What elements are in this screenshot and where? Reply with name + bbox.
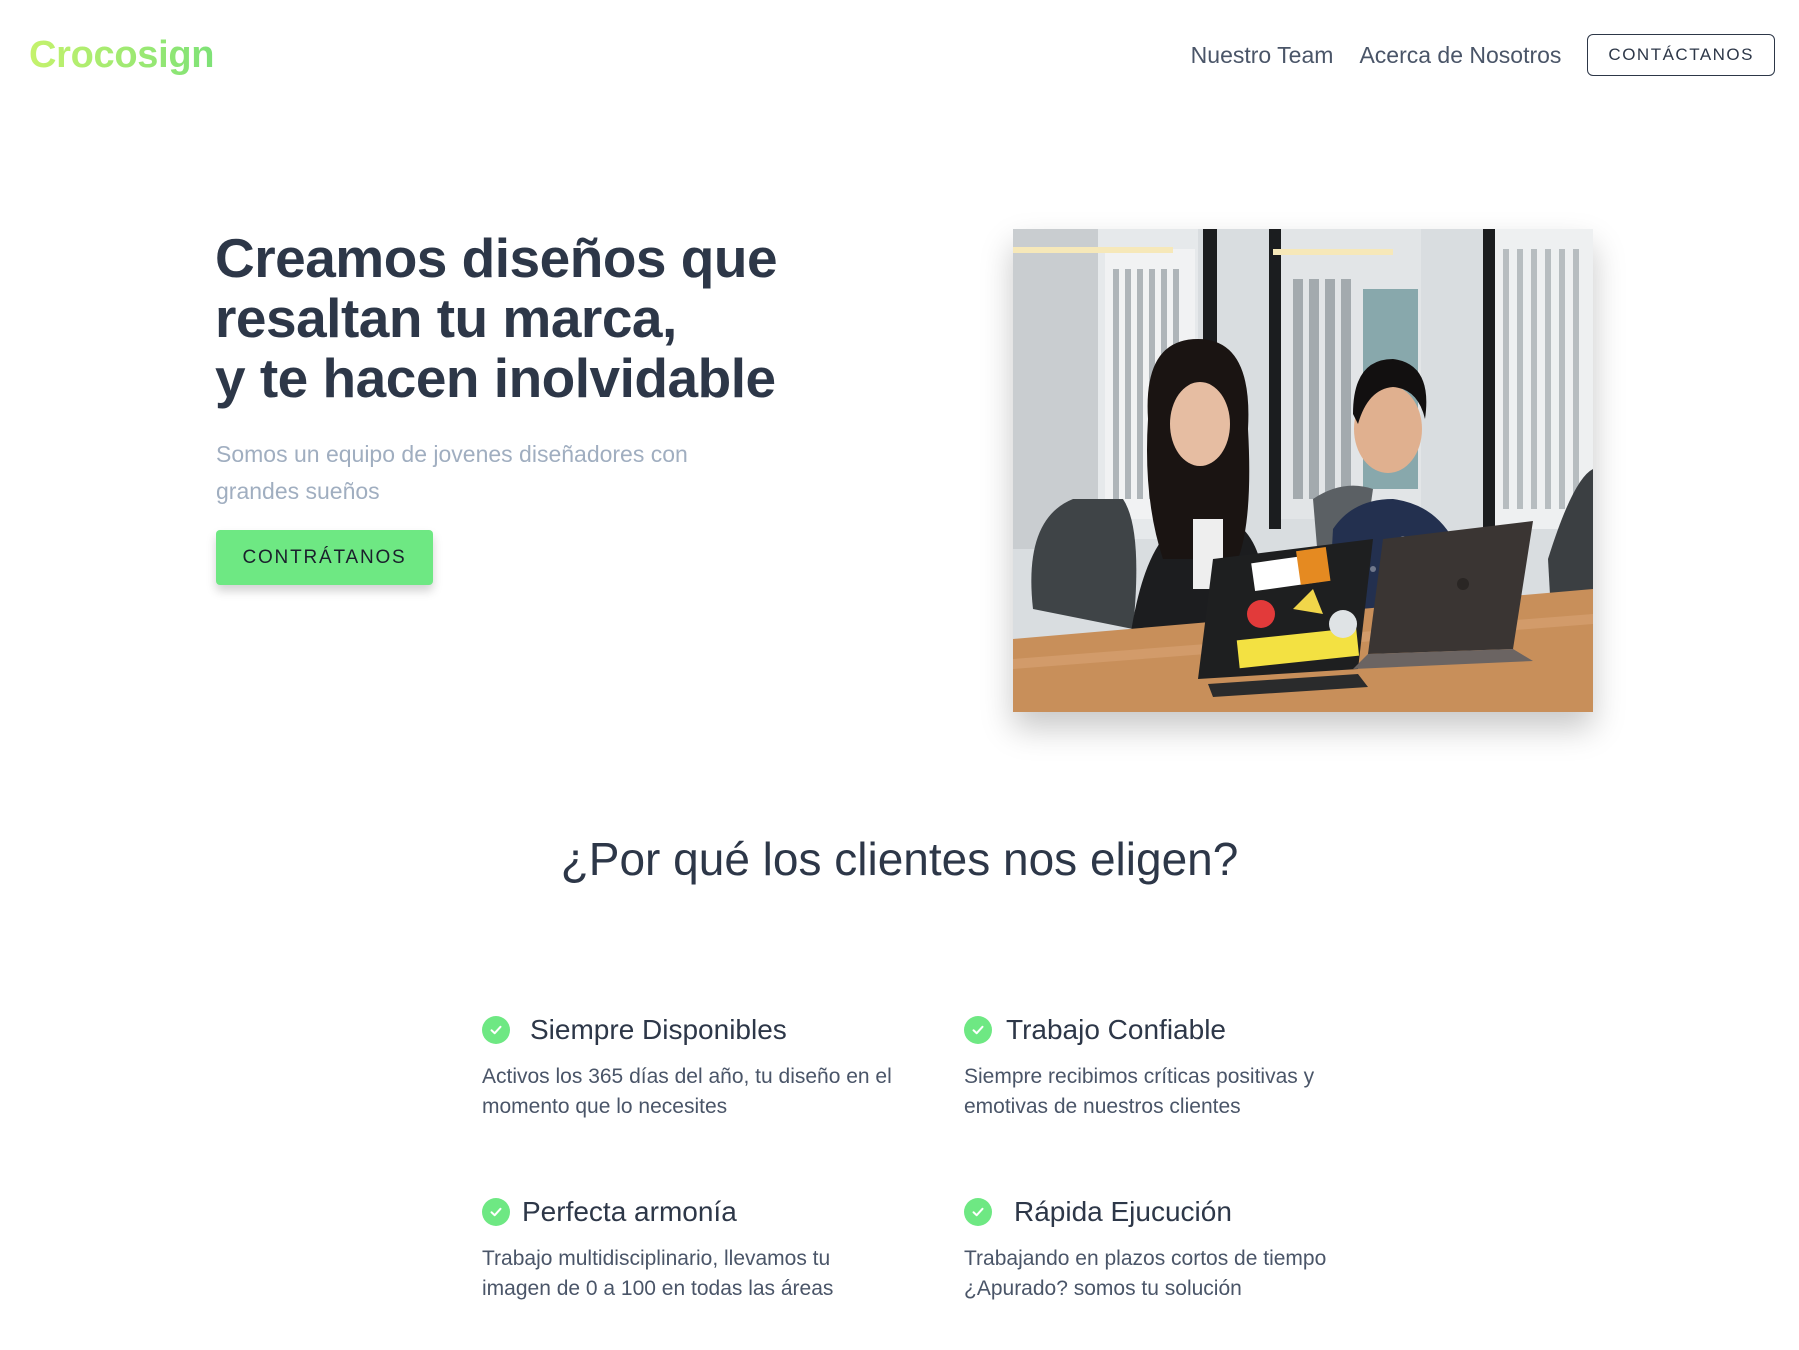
- hero-title-line-2: resaltan tu marca,: [215, 287, 677, 349]
- why-section-title: ¿Por qué los clientes nos eligen?: [560, 833, 1239, 885]
- hero-subtitle: Somos un equipo de jovenes diseñadores c…: [216, 441, 688, 504]
- feature-card: Trabajo Confiable Siempre recibimos crít…: [964, 1010, 1384, 1122]
- feature-title: Perfecta armonía: [522, 1196, 737, 1227]
- office-photo-illustration: [1013, 229, 1593, 712]
- main-nav: Nuestro Team Acerca de Nosotros CONTÁCTA…: [1191, 34, 1775, 76]
- logo[interactable]: Crocosign: [29, 34, 215, 77]
- hire-us-button[interactable]: CONTRÁTANOS: [216, 530, 433, 585]
- nav-link-about[interactable]: Acerca de Nosotros: [1359, 42, 1561, 69]
- check-circle-icon: [482, 1016, 510, 1044]
- hero-title-line-3: y te hacen inolvidable: [215, 347, 776, 409]
- feature-card: Perfecta armonía Trabajo multidisciplina…: [482, 1192, 902, 1304]
- feature-card: Rápida Ejucución Trabajando en plazos co…: [964, 1192, 1384, 1304]
- check-circle-icon: [964, 1198, 992, 1226]
- page: Crocosign Nuestro Team Acerca de Nosotro…: [0, 0, 1799, 1350]
- feature-description: Siempre recibimos críticas positivas y e…: [964, 1065, 1315, 1118]
- feature-description: Trabajando en plazos cortos de tiempo ¿A…: [964, 1247, 1327, 1300]
- nav-link-team[interactable]: Nuestro Team: [1191, 42, 1334, 69]
- check-circle-icon: [964, 1016, 992, 1044]
- feature-title: Siempre Disponibles: [530, 1014, 787, 1045]
- contact-button[interactable]: CONTÁCTANOS: [1587, 34, 1775, 76]
- feature-title: Rápida Ejucución: [1014, 1196, 1232, 1227]
- hero-title-line-1: Creamos diseños que: [215, 227, 778, 289]
- feature-card: Siempre Disponibles Activos los 365 días…: [482, 1010, 902, 1122]
- hero-image: [1013, 229, 1593, 712]
- feature-title: Trabajo Confiable: [1006, 1014, 1226, 1045]
- check-circle-icon: [482, 1198, 510, 1226]
- hero-title: Creamos diseños que resaltan tu marca, y…: [215, 228, 855, 408]
- feature-description: Activos los 365 días del año, tu diseño …: [482, 1065, 892, 1118]
- feature-description: Trabajo multidisciplinario, llevamos tu …: [482, 1247, 834, 1300]
